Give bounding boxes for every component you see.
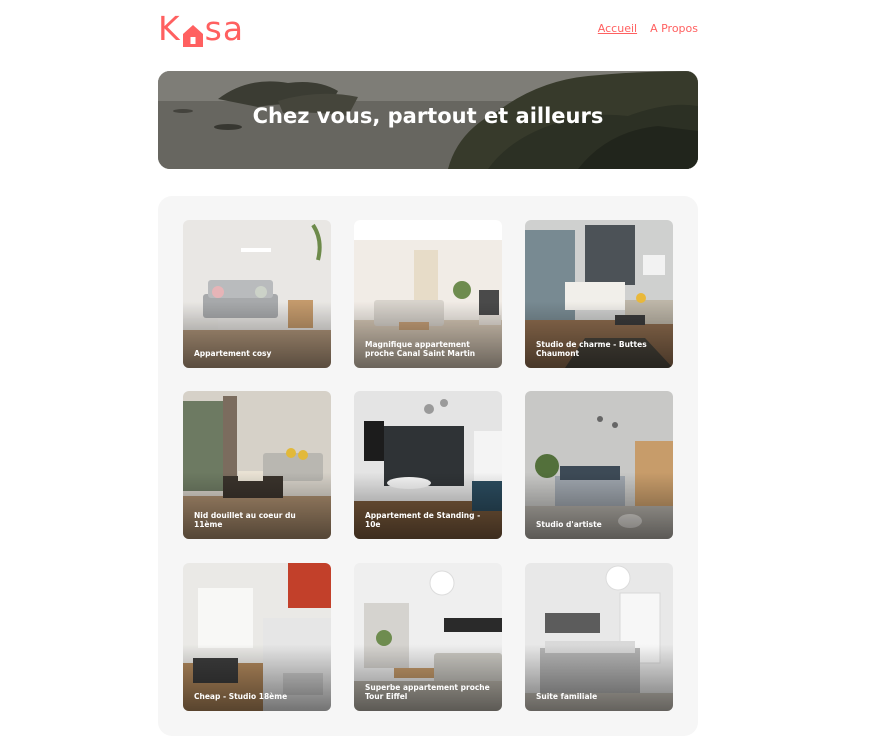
site-header: K sa Accueil A Propos [158,8,698,50]
nav-link-accueil[interactable]: Accueil [598,22,637,35]
listing-card[interactable]: Appartement cosy [183,220,331,368]
kasa-logo[interactable]: K sa [158,8,244,48]
listing-card[interactable]: Suite familiale [525,563,673,711]
banner-title: Chez vous, partout et ailleurs [252,104,604,128]
listing-card[interactable]: Magnifique appartement proche Canal Sain… [354,220,502,368]
listings-gallery: Appartement cosy Magnifique appartement … [158,196,698,736]
main-nav: Accueil A Propos [598,22,698,35]
listing-title: Cheap - Studio 18ème [194,692,288,701]
photo-gradient [525,563,673,711]
hero-banner: Chez vous, partout et ailleurs [158,71,698,169]
listing-title: Appartement de Standing - 10e [365,511,481,529]
listing-title: Appartement cosy [194,349,272,358]
photo-gradient [525,391,673,539]
listing-title: Studio de charme - Buttes Chaumont [536,340,647,358]
listing-title: Superbe appartement proche Tour Eiffel [365,683,490,701]
house-icon [182,17,204,47]
listing-card[interactable]: Studio d'artiste [525,391,673,539]
logo-letters-sa: sa [204,8,245,48]
listing-card[interactable]: Studio de charme - Buttes Chaumont [525,220,673,368]
nav-link-a-propos[interactable]: A Propos [650,22,698,35]
listing-card[interactable]: Cheap - Studio 18ème [183,563,331,711]
logo-letter-k: K [158,8,181,48]
listing-title: Nid douillet au coeur du 11ème [194,511,296,529]
listing-title: Studio d'artiste [536,520,602,529]
listing-title: Suite familiale [536,692,598,701]
photo-gradient [183,563,331,711]
listing-card[interactable]: Appartement de Standing - 10e [354,391,502,539]
photo-gradient [183,220,331,368]
listing-title: Magnifique appartement proche Canal Sain… [365,340,476,358]
listing-card[interactable]: Nid douillet au coeur du 11ème [183,391,331,539]
listing-card[interactable]: Superbe appartement proche Tour Eiffel [354,563,502,711]
